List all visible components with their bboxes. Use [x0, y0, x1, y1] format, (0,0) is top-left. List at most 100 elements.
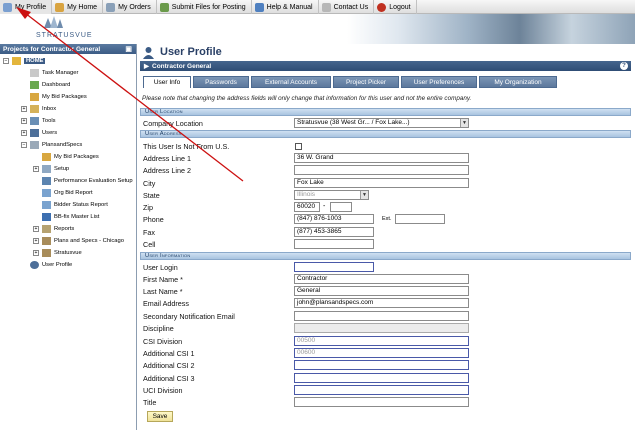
tab-external-accounts[interactable]: External Accounts — [251, 76, 331, 88]
login-label: User Login — [143, 263, 178, 272]
section-user-location: User Location — [140, 108, 631, 116]
sidebar-item-label: BB-fix Master List — [54, 213, 100, 220]
company-bar: ▶ Contractor General ? — [140, 61, 631, 71]
package-icon — [30, 92, 39, 101]
state-select[interactable]: Illinois ▼ — [294, 190, 369, 200]
sidebar-item-label: Reports — [54, 225, 75, 232]
email2-row: Secondary Notification Email — [137, 311, 635, 323]
sidebar-item-label: PlansandSpecs — [42, 141, 83, 148]
collapse-icon[interactable]: − — [21, 141, 27, 148]
help-icon[interactable]: ? — [620, 62, 628, 70]
zip-row: Zip 60020 - — [137, 202, 635, 214]
orders-icon — [106, 2, 116, 12]
login-input[interactable] — [294, 262, 374, 272]
discipline-input[interactable] — [294, 323, 469, 333]
sidebar-item-label: Org Bid Report — [54, 189, 93, 196]
tab-user-info[interactable]: User Info — [143, 76, 191, 88]
zip-ext-input[interactable] — [330, 202, 352, 212]
first-name-row: First Name * Contractor — [137, 274, 635, 286]
tab-user-preferences[interactable]: User Preferences — [401, 76, 477, 88]
csi-row: CSI Division 00500 — [137, 336, 635, 348]
top-toolbar: My Profile My Home My Orders Submit File… — [0, 0, 635, 14]
tab-passwords[interactable]: Passwords — [193, 76, 249, 88]
building-icon — [42, 236, 51, 245]
logout-link[interactable]: Logout — [374, 0, 417, 14]
expand-icon[interactable]: + — [33, 165, 39, 172]
csi-label: CSI Division — [143, 337, 183, 346]
expand-icon[interactable]: + — [21, 129, 27, 136]
not-us-checkbox[interactable] — [295, 143, 302, 150]
address1-input[interactable]: 36 W. Grand — [294, 153, 469, 163]
csi2-row: Additional CSI 2 — [137, 360, 635, 372]
sidebar-item-label: Stratusvue — [54, 249, 82, 256]
zip-separator: - — [323, 203, 326, 210]
uci-input[interactable] — [294, 385, 469, 395]
cell-label: Cell — [143, 240, 156, 249]
sidebar-header: Projects for Contractor General ▣ — [0, 44, 136, 54]
email2-input[interactable] — [294, 311, 469, 321]
ext-input[interactable] — [395, 214, 445, 224]
state-row: State Illinois ▼ — [137, 190, 635, 202]
banner-image — [347, 14, 635, 44]
expand-icon[interactable]: + — [33, 225, 39, 232]
folder-icon — [30, 140, 39, 149]
company-arrow-icon: ▶ — [144, 63, 149, 70]
zip-input[interactable]: 60020 — [294, 202, 320, 212]
pin-icon[interactable]: ▣ — [125, 45, 132, 53]
report-icon — [42, 188, 51, 197]
main-content: User Profile ▶ Contractor General ? User… — [137, 44, 635, 430]
sidebar-item-label: HOME — [24, 57, 46, 64]
title-input[interactable] — [294, 397, 469, 407]
logo-text: STRATUSVUE — [36, 32, 93, 39]
csi1-label: Additional CSI 1 — [143, 349, 195, 358]
tab-project-picker[interactable]: Project Picker — [333, 76, 399, 88]
expand-icon[interactable]: + — [33, 249, 39, 256]
csi3-input[interactable] — [294, 373, 469, 383]
my-home-label: My Home — [67, 3, 98, 11]
page-title: User Profile — [160, 46, 222, 58]
company-location-label: Company Location — [143, 119, 203, 128]
folder-icon — [12, 56, 21, 65]
first-name-input[interactable]: Contractor — [294, 274, 469, 284]
my-home-link[interactable]: My Home — [52, 0, 104, 14]
my-orders-label: My Orders — [118, 3, 151, 11]
save-button[interactable]: Save — [147, 411, 173, 422]
user-icon — [30, 260, 39, 269]
my-profile-link[interactable]: My Profile — [0, 0, 53, 14]
city-row: City Fox Lake — [137, 178, 635, 190]
cell-input[interactable] — [294, 239, 374, 249]
sidebar-item-label: Performance Evaluation Setup — [54, 177, 133, 184]
email-input[interactable]: john@plansandspecs.com — [294, 298, 469, 308]
csi-input[interactable]: 00500 — [294, 336, 469, 346]
chevron-down-icon: ▼ — [360, 191, 368, 199]
contact-us-link[interactable]: Contact Us — [319, 0, 375, 14]
sidebar-item-home[interactable]: − HOME — [3, 55, 140, 66]
phone-input[interactable]: (847) 876-1003 — [294, 214, 374, 224]
section-user-information: User Information — [140, 252, 631, 260]
city-input[interactable]: Fox Lake — [294, 178, 469, 188]
package-icon — [42, 152, 51, 161]
company-name: Contractor General — [152, 62, 212, 70]
sidebar-title: Projects for Contractor General — [3, 45, 101, 53]
tab-my-organization[interactable]: My Organization — [479, 76, 557, 88]
last-name-input[interactable]: General — [294, 286, 469, 296]
expand-icon[interactable]: + — [21, 117, 27, 124]
fax-input[interactable]: (877) 453-3865 — [294, 227, 374, 237]
evaluation-icon — [42, 176, 51, 185]
help-manual-link[interactable]: Help & Manual — [252, 0, 319, 14]
csi2-input[interactable] — [294, 360, 469, 370]
fax-row: Fax (877) 453-3865 — [137, 227, 635, 239]
csi1-input[interactable]: 00600 — [294, 348, 469, 358]
my-orders-link[interactable]: My Orders — [103, 0, 157, 14]
collapse-icon[interactable]: − — [3, 57, 9, 64]
address1-row: Address Line 1 36 W. Grand — [137, 153, 635, 165]
chevron-down-icon: ▼ — [460, 119, 468, 127]
company-location-select[interactable]: Stratusvue (38 West Gr... / Fox Lake...)… — [294, 118, 469, 128]
list-icon — [42, 212, 51, 221]
expand-icon[interactable]: + — [33, 237, 39, 244]
submit-files-link[interactable]: Submit Files for Posting — [157, 0, 252, 14]
address2-input[interactable] — [294, 165, 469, 175]
discipline-row: Discipline — [137, 323, 635, 335]
banner: STRATUSVUE — [0, 14, 635, 44]
expand-icon[interactable]: + — [21, 105, 27, 112]
